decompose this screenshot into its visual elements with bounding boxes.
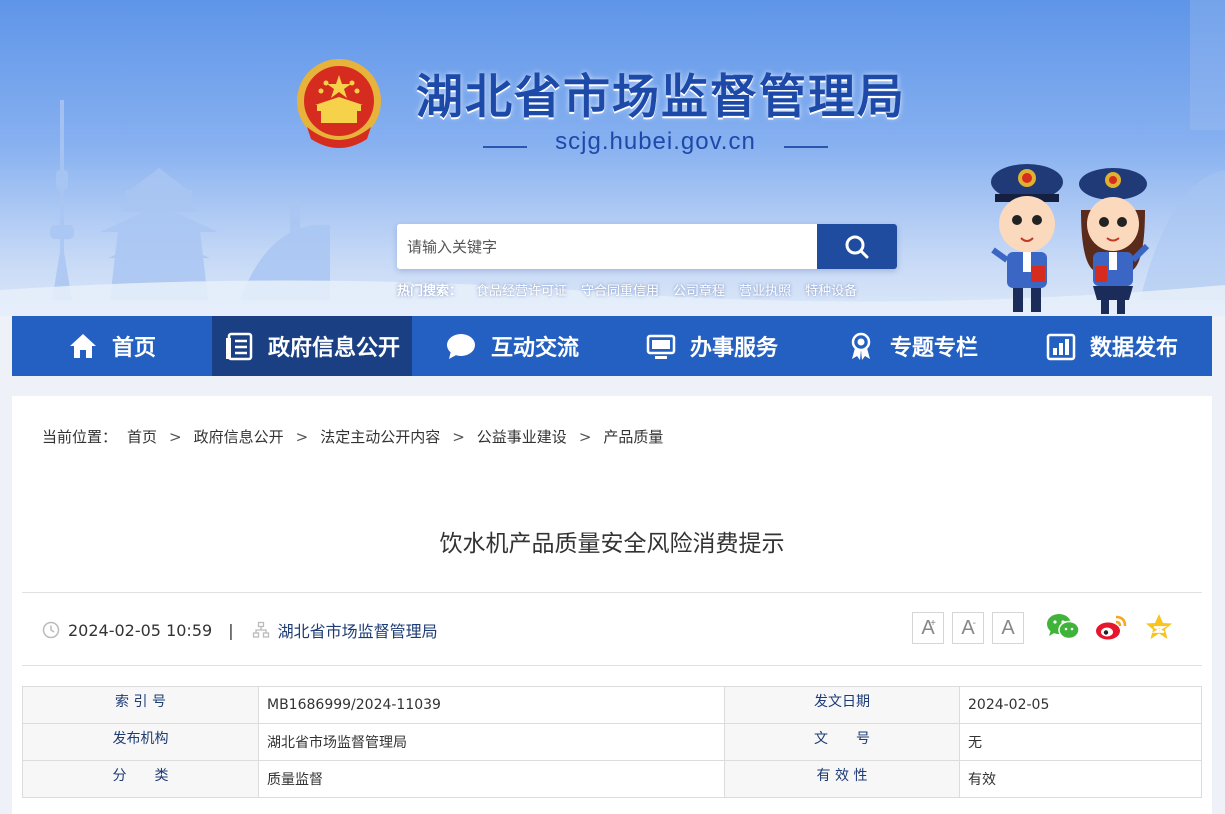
share-wechat-button[interactable] bbox=[1046, 610, 1080, 644]
nav-item-home[interactable]: 首页 bbox=[12, 316, 212, 376]
info-label: 发文日期 bbox=[724, 686, 960, 724]
publish-datetime: 2024-02-05 10:59 bbox=[68, 620, 213, 640]
home-icon bbox=[69, 334, 96, 358]
info-value: 质量监督 bbox=[258, 760, 725, 798]
meta-divider: | bbox=[228, 620, 234, 640]
table-row: 分 类 质量监督 有 效 性 有效 bbox=[22, 760, 1202, 798]
hot-search-bar: 热门搜索： 食品经营许可证 守合同重信用 公司章程 营业执照 特种设备 bbox=[397, 280, 857, 300]
ribbon-award-icon bbox=[851, 332, 871, 360]
font-button-mark: + bbox=[930, 618, 936, 629]
chat-bubble-icon bbox=[446, 334, 475, 359]
mascot-illustration bbox=[991, 164, 1150, 314]
table-row: 发布机构 湖北省市场监督管理局 文 号 无 bbox=[22, 723, 1202, 761]
document-info-table: 索 引 号 MB1686999/2024-11039 发文日期 2024-02-… bbox=[22, 686, 1202, 798]
document-list-icon bbox=[225, 332, 253, 361]
font-increase-button[interactable]: A + bbox=[912, 612, 944, 644]
domain-line-left bbox=[483, 146, 527, 148]
article-container: 当前位置： 首页 > 政府信息公开 > 法定主动公开内容 > 公益事业建设 > … bbox=[12, 396, 1212, 814]
weibo-icon bbox=[1096, 615, 1127, 640]
hot-search-label: 热门搜索： bbox=[397, 284, 463, 299]
breadcrumb-link-public-welfare[interactable]: 公益事业建设 bbox=[477, 426, 567, 447]
nav-item-label: 专题专栏 bbox=[889, 336, 978, 361]
table-row: 索 引 号 MB1686999/2024-11039 发文日期 2024-02-… bbox=[22, 686, 1202, 724]
search-button[interactable] bbox=[817, 224, 897, 269]
hot-search-item[interactable]: 特种设备 bbox=[805, 280, 857, 300]
nav-item-label: 数据发布 bbox=[1089, 336, 1178, 361]
bar-chart-icon bbox=[1046, 333, 1076, 361]
breadcrumb-link-product-quality[interactable]: 产品质量 bbox=[603, 426, 663, 447]
info-label: 索 引 号 bbox=[22, 686, 259, 724]
monitor-icon bbox=[646, 334, 676, 359]
breadcrumb-link-home[interactable]: 首页 bbox=[127, 426, 157, 447]
organization-icon bbox=[252, 621, 269, 638]
info-value: 有效 bbox=[959, 760, 1202, 798]
info-label: 发布机构 bbox=[22, 723, 259, 761]
font-size-controls: A + A- A bbox=[912, 612, 1024, 644]
nav-item-label: 政府信息公开 bbox=[267, 336, 400, 361]
breadcrumb-separator: > bbox=[452, 427, 465, 446]
national-emblem-logo bbox=[297, 59, 381, 148]
breadcrumb-separator: > bbox=[578, 427, 592, 446]
hot-search-item[interactable]: 守合同重信用 bbox=[581, 280, 659, 300]
main-nav: 首页 政府信息公开 互动交流 办事服务 专题专栏 数据发布 bbox=[12, 316, 1212, 376]
nav-item-label: 互动交流 bbox=[490, 336, 579, 361]
info-value: 湖北省市场监督管理局 bbox=[258, 723, 725, 761]
breadcrumb-separator: > bbox=[169, 427, 182, 446]
info-label: 有 效 性 bbox=[724, 760, 960, 798]
share-weibo-button[interactable] bbox=[1094, 610, 1128, 644]
share-bar bbox=[1046, 610, 1176, 644]
nav-item-special-topics[interactable]: 专题专栏 bbox=[812, 316, 1012, 376]
site-domain-row: scjg.hubei.gov.cn bbox=[483, 128, 828, 160]
add-favorite-button[interactable] bbox=[1142, 610, 1176, 644]
site-domain: scjg.hubei.gov.cn bbox=[555, 128, 756, 155]
nav-item-label: 首页 bbox=[111, 336, 156, 361]
search-icon bbox=[845, 235, 869, 258]
nav-item-services[interactable]: 办事服务 bbox=[612, 316, 812, 376]
info-value: 2024-02-05 bbox=[959, 686, 1202, 724]
nav-item-gov-info[interactable]: 政府信息公开 bbox=[212, 316, 412, 376]
breadcrumb-link-statutory[interactable]: 法定主动公开内容 bbox=[320, 426, 440, 447]
search-box bbox=[397, 224, 897, 269]
domain-line-right bbox=[784, 146, 828, 148]
hot-search-item[interactable]: 食品经营许可证 bbox=[476, 280, 567, 300]
title-divider bbox=[22, 592, 1202, 593]
publisher-name: 湖北省市场监督管理局 bbox=[277, 622, 438, 641]
font-button-letter: A bbox=[1001, 616, 1015, 639]
font-decrease-button[interactable]: A- bbox=[952, 612, 984, 644]
breadcrumb-separator: > bbox=[295, 427, 309, 446]
favorite-star-icon bbox=[1146, 614, 1172, 639]
info-label: 分 类 bbox=[22, 760, 259, 798]
wechat-icon bbox=[1047, 614, 1080, 640]
nav-item-label: 办事服务 bbox=[689, 336, 778, 361]
meta-divider-line bbox=[22, 665, 1202, 666]
article-meta: 2024-02-05 10:59 | 湖北省市场监督管理局 bbox=[42, 617, 438, 643]
info-value: MB1686999/2024-11039 bbox=[258, 686, 725, 724]
hot-search-item[interactable]: 营业执照 bbox=[739, 280, 791, 300]
clock-icon bbox=[42, 621, 60, 639]
site-header: 湖北省市场监督管理局 scjg.hubei.gov.cn 热门搜索： 食品经营许… bbox=[0, 0, 1225, 316]
font-button-mark: - bbox=[972, 618, 976, 629]
breadcrumb-link-gov-info[interactable]: 政府信息公开 bbox=[194, 426, 284, 447]
search-input[interactable] bbox=[397, 224, 817, 269]
breadcrumb-label: 当前位置： bbox=[42, 428, 118, 446]
article-title: 饮水机产品质量安全风险消费提示 bbox=[439, 531, 785, 557]
font-reset-button[interactable]: A bbox=[992, 612, 1024, 644]
info-label: 文 号 bbox=[724, 723, 960, 761]
hot-search-item[interactable]: 公司章程 bbox=[673, 280, 725, 300]
info-value: 无 bbox=[959, 723, 1202, 761]
nav-item-interaction[interactable]: 互动交流 bbox=[412, 316, 612, 376]
site-title: 湖北省市场监督管理局 bbox=[416, 70, 906, 125]
breadcrumb: 当前位置： 首页 > 政府信息公开 > 法定主动公开内容 > 公益事业建设 > … bbox=[42, 426, 663, 447]
nav-item-data-release[interactable]: 数据发布 bbox=[1012, 316, 1212, 376]
